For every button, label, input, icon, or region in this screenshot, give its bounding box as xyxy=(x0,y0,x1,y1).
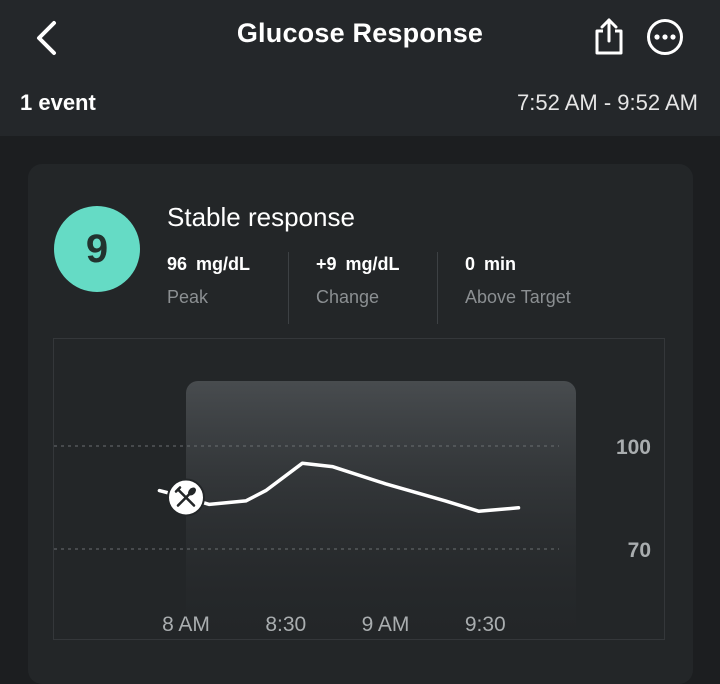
more-options-icon xyxy=(647,19,683,55)
metric-peak-value: 96 mg/dL xyxy=(167,254,251,274)
time-range: 7:52 AM - 9:52 AM xyxy=(517,90,698,115)
metric-above-target-value: 0 min xyxy=(465,254,517,274)
top-bar: Glucose Response 1 event 7:52 AM - 9:52 … xyxy=(0,0,720,136)
metric-divider xyxy=(437,252,438,324)
x-tick-label: 8 AM xyxy=(162,613,210,636)
response-window xyxy=(186,381,576,639)
glucose-chart[interactable]: 100 70 8 AM 8:30 9 AM 9:30 xyxy=(53,338,665,640)
score-badge: 9 xyxy=(54,206,140,292)
metric-divider xyxy=(288,252,289,324)
response-label: Stable response xyxy=(167,202,355,232)
event-count: 1 event xyxy=(20,90,96,115)
metric-above-target: 0 min Above Target xyxy=(465,254,571,308)
x-tick-label: 8:30 xyxy=(265,613,306,636)
share-button[interactable] xyxy=(586,14,632,60)
metric-above-target-label: Above Target xyxy=(465,287,571,307)
y-tick-label: 70 xyxy=(628,539,651,562)
metric-peak-label: Peak xyxy=(167,287,209,307)
x-tick-label: 9 AM xyxy=(362,613,410,636)
more-options-button[interactable] xyxy=(642,14,688,60)
x-tick-label: 9:30 xyxy=(465,613,506,636)
metric-peak: 96 mg/dL Peak xyxy=(167,254,250,308)
metric-change: +9 mg/dL Change xyxy=(316,254,400,308)
metric-change-value: +9 mg/dL xyxy=(316,254,400,274)
share-icon xyxy=(595,18,623,55)
metric-change-label: Change xyxy=(316,287,380,307)
glucose-chart-svg: 100 70 8 AM 8:30 9 AM 9:30 xyxy=(54,381,651,639)
y-tick-label: 100 xyxy=(616,436,651,459)
meal-marker[interactable] xyxy=(167,478,205,517)
glucose-response-card: 9 Stable response 96 mg/dL Peak +9 mg/dL… xyxy=(28,164,693,684)
